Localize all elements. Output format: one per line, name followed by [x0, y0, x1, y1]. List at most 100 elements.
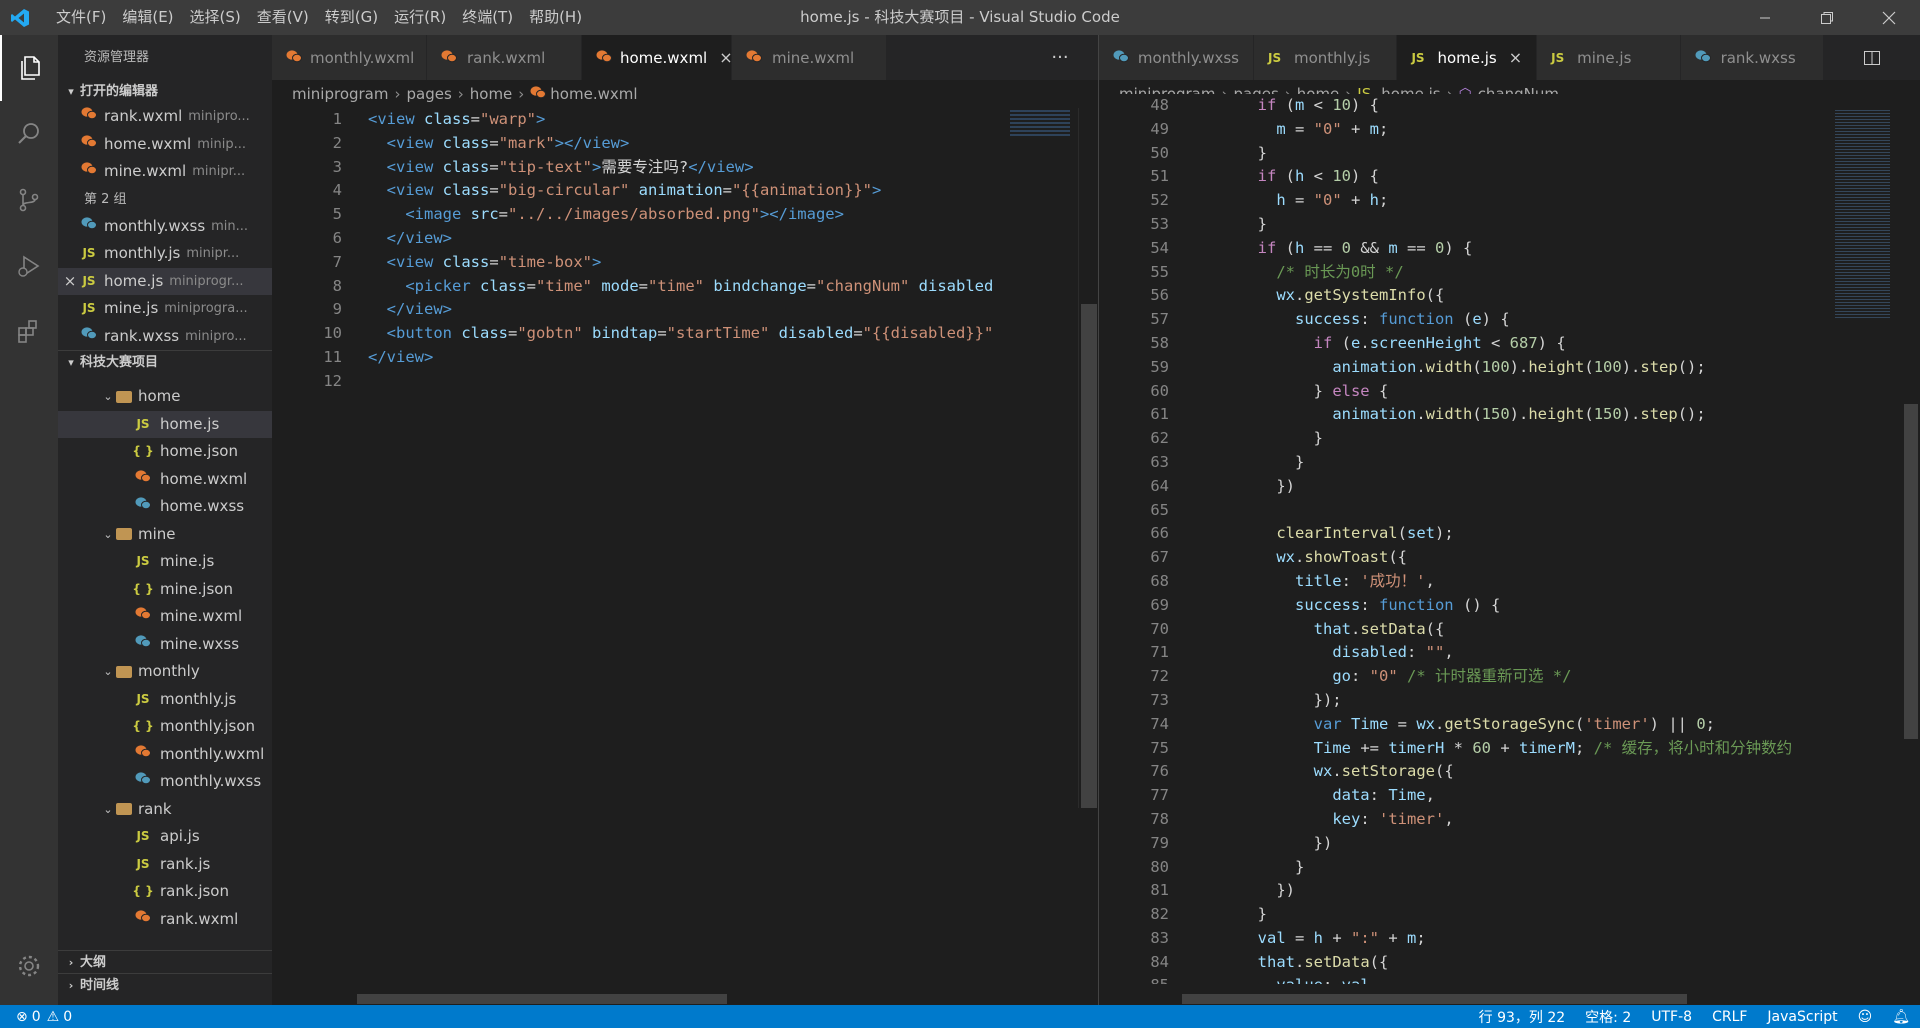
menu-item[interactable]: 转到(G) — [317, 0, 386, 35]
breadcrumb-item[interactable]: home.wxml — [550, 85, 637, 103]
open-editor-item[interactable]: home.wxml minip... — [58, 131, 272, 159]
menu-item[interactable]: 运行(R) — [386, 0, 454, 35]
tree-file-item[interactable]: { } mine.json — [58, 576, 272, 604]
tree-file-item[interactable]: JS api.js — [58, 823, 272, 851]
editor-tab[interactable]: monthly.wxml — [272, 35, 427, 80]
tree-file-item[interactable]: JS monthly.js — [58, 686, 272, 714]
token: disabled — [778, 324, 854, 343]
left-horizontal-scrollbar[interactable] — [357, 994, 727, 1004]
menu-item[interactable]: 编辑(E) — [114, 0, 181, 35]
open-editor-item[interactable]: rank.wxml minipro... — [58, 103, 272, 131]
editor-tab[interactable]: monthly.wxss — [1099, 35, 1254, 80]
folder-monthly[interactable]: ⌄ monthly — [58, 658, 272, 686]
breadcrumb-item[interactable]: home — [470, 85, 513, 103]
outline-header[interactable]: › 大纲 — [58, 950, 272, 973]
explorer-icon[interactable] — [0, 35, 58, 101]
breadcrumb-item[interactable]: pages — [406, 85, 451, 103]
tree-file-item[interactable]: rank.wxml — [58, 906, 272, 934]
split-editor-button[interactable] — [1824, 35, 1920, 80]
close-tab-icon[interactable]: × — [719, 48, 732, 67]
editor-tab[interactable]: rank.wxml — [427, 35, 582, 80]
file-name: home.js — [104, 271, 164, 290]
menu-item[interactable]: 帮助(H) — [521, 0, 590, 35]
tree-file-item[interactable]: { } rank.json — [58, 878, 272, 906]
cursor-position[interactable]: 行 93，列 22 — [1469, 1007, 1576, 1027]
language-mode[interactable]: JavaScript — [1757, 1009, 1847, 1025]
scroll-thumb[interactable] — [1904, 404, 1918, 739]
right-vertical-scrollbar[interactable] — [1902, 108, 1920, 998]
left-vertical-scrollbar[interactable] — [1078, 108, 1098, 808]
tree-file-item[interactable]: JS rank.js — [58, 851, 272, 879]
folder-name: rank — [138, 799, 172, 818]
tree-file-item[interactable]: home.wxss — [58, 493, 272, 521]
scroll-thumb[interactable] — [1081, 304, 1097, 808]
editor-tab[interactable]: JS mine.js — [1537, 35, 1681, 80]
tree-file-item[interactable]: home.wxml — [58, 466, 272, 494]
file-path-description: minipro... — [188, 109, 250, 124]
minimize-icon[interactable] — [1734, 0, 1796, 35]
more-actions-button[interactable]: ··· — [1022, 35, 1098, 80]
settings-gear-icon[interactable] — [0, 933, 58, 999]
menu-item[interactable]: 终端(T) — [454, 0, 521, 35]
right-minimap[interactable] — [1829, 108, 1902, 998]
token: = — [508, 324, 518, 343]
menu-item[interactable]: 文件(F) — [48, 0, 114, 35]
right-horizontal-scrollbar[interactable] — [1182, 994, 1687, 1004]
editor-tab[interactable]: JS monthly.js — [1254, 35, 1398, 80]
editor-tab[interactable]: home.wxml × — [582, 35, 733, 80]
restore-icon[interactable] — [1796, 0, 1858, 35]
token: ( — [1472, 405, 1482, 424]
tree-file-item[interactable]: monthly.wxml — [58, 741, 272, 769]
source-control-icon[interactable] — [0, 167, 58, 233]
folder-home[interactable]: ⌄ home — [58, 383, 272, 411]
menu-item[interactable]: 选择(S) — [182, 0, 249, 35]
problems-indicator[interactable]: ⊗ 0 ⚠ 0 — [0, 1009, 72, 1025]
indentation[interactable]: 空格: 2 — [1575, 1007, 1641, 1027]
close-tab-icon[interactable]: × — [1509, 48, 1522, 67]
editor-tab[interactable]: JS home.js × — [1397, 35, 1538, 80]
open-editors-header[interactable]: ▾ 打开的编辑器 — [58, 80, 272, 103]
open-editor-item[interactable]: JS mine.js miniprogra... — [58, 295, 272, 323]
timeline-header[interactable]: › 时间线 — [58, 973, 272, 996]
token: = — [489, 252, 499, 271]
tree-file-item[interactable]: monthly.wxss — [58, 768, 272, 796]
line-ending[interactable]: CRLF — [1702, 1009, 1757, 1025]
open-editor-item[interactable]: JS monthly.js minipr... — [58, 240, 272, 268]
feedback-icon[interactable]: ☺ — [1848, 1009, 1883, 1025]
token: <image — [405, 205, 471, 224]
close-icon[interactable] — [1858, 0, 1920, 35]
open-editor-item[interactable]: × JS home.js miniprogr... — [58, 267, 272, 296]
notifications-bell-icon[interactable]: 🔔︎ — [1882, 1009, 1920, 1025]
tree-file-item[interactable]: mine.wxss — [58, 631, 272, 659]
folder-rank[interactable]: ⌄ rank — [58, 796, 272, 824]
folder-mine[interactable]: ⌄ mine — [58, 521, 272, 549]
right-code-editor[interactable]: 48 if (m < 10) {49 m = "0" + m; 50 } 51 if… — [1099, 94, 1829, 984]
extensions-icon[interactable] — [0, 299, 58, 365]
line-text: } — [1169, 856, 1304, 880]
menu-item[interactable]: 查看(V) — [249, 0, 317, 35]
editor-tab[interactable]: rank.wxss — [1680, 35, 1824, 80]
editor-tab[interactable]: mine.wxml — [732, 35, 887, 80]
open-editor-item[interactable]: mine.wxml minipr... — [58, 158, 272, 186]
encoding[interactable]: UTF-8 — [1641, 1009, 1702, 1025]
search-icon[interactable] — [0, 101, 58, 167]
token: : — [1323, 976, 1342, 984]
open-editor-item[interactable]: rank.wxss minipro... — [58, 323, 272, 351]
line-number: 12 — [323, 371, 342, 390]
breadcrumb-item[interactable]: miniprogram — [292, 85, 388, 103]
left-code-editor[interactable]: 1 <view class="warp"> 2 <view class="mark"… — [272, 108, 1002, 988]
token: : — [1360, 595, 1379, 614]
open-editor-item[interactable]: monthly.wxss min... — [58, 213, 272, 241]
token: Time — [1350, 714, 1389, 733]
token: h — [1369, 191, 1380, 210]
project-header[interactable]: ▾ 科技大赛项目 — [58, 350, 272, 373]
tree-file-item[interactable]: JS mine.js — [58, 548, 272, 576]
tree-file-item[interactable]: { } monthly.json — [58, 713, 272, 741]
left-minimap[interactable] — [1002, 108, 1078, 988]
tree-file-item[interactable]: JS home.js — [58, 410, 272, 438]
token: ( — [1397, 524, 1407, 543]
tree-file-item[interactable]: { } home.json — [58, 438, 272, 466]
close-icon[interactable]: × — [62, 268, 78, 296]
run-debug-icon[interactable] — [0, 233, 58, 299]
tree-file-item[interactable]: mine.wxml — [58, 603, 272, 631]
